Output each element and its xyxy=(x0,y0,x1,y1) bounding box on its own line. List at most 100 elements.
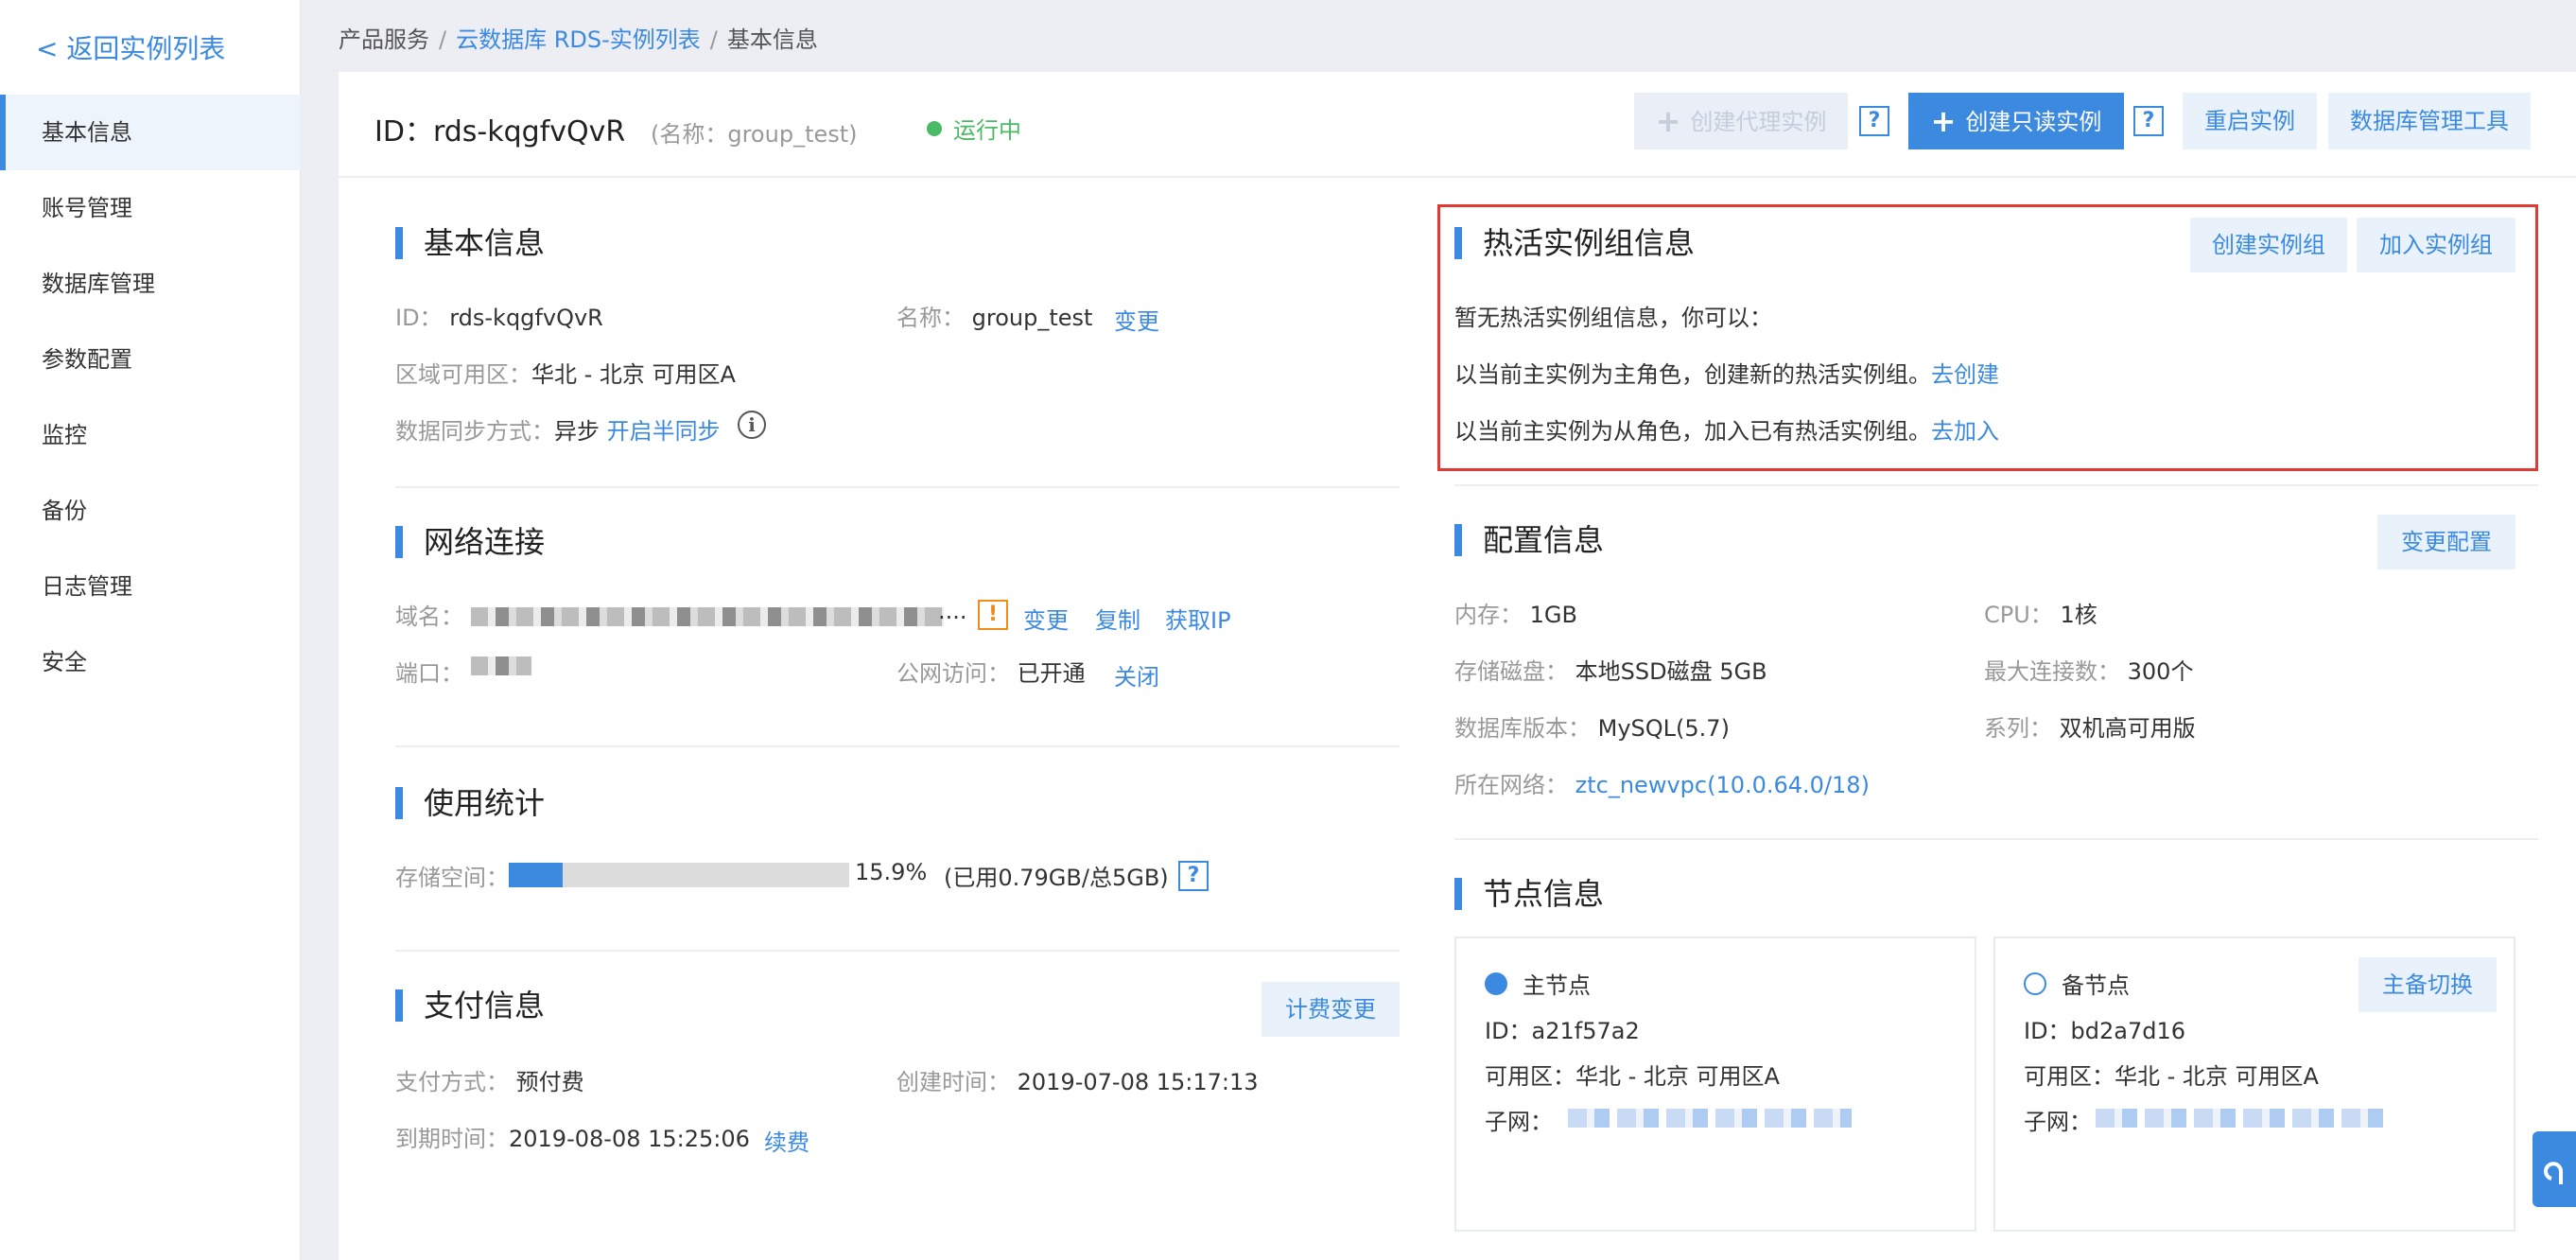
db-management-tool-button[interactable]: 数据库管理工具 xyxy=(2328,93,2531,149)
sidebar-item-monitoring[interactable]: 监控 xyxy=(0,397,301,473)
basic-name-row: 名称： group_test xyxy=(896,299,1092,332)
public-access-row: 公网访问： 已开通 xyxy=(896,655,1086,688)
db-version-row: 数据库版本： MySQL(5.7) xyxy=(1454,709,1730,743)
divider xyxy=(1454,484,2538,486)
port-key: 端口： xyxy=(395,660,463,687)
go-join-link[interactable]: 去加入 xyxy=(1931,418,1999,445)
sidebar-item-logs[interactable]: 日志管理 xyxy=(0,549,301,624)
breadcrumb-current: 基本信息 xyxy=(726,26,818,53)
sidebar-item-parameters[interactable]: 参数配置 xyxy=(0,322,301,397)
sidebar-item-security[interactable]: 安全 xyxy=(0,624,301,700)
db-version-label: 数据库版本： xyxy=(1454,715,1591,742)
divider xyxy=(395,486,1400,488)
go-create-link[interactable]: 去创建 xyxy=(1931,361,1999,388)
storage-progress-fill xyxy=(509,863,564,887)
breadcrumb-separator: / xyxy=(709,26,718,53)
instance-name: (名称：group_test) xyxy=(651,121,858,148)
join-instance-group-button[interactable]: 加入实例组 xyxy=(2357,218,2515,272)
memory-value: 1GB xyxy=(1529,602,1577,628)
primary-node-zone: 可用区：华北 - 北京 可用区A xyxy=(1485,1063,1780,1090)
basic-info-title: 基本信息 xyxy=(395,227,545,259)
change-config-button[interactable]: 变更配置 xyxy=(2377,515,2515,569)
help-icon[interactable]: ? xyxy=(1859,106,1889,136)
standby-node-subnet-label: 子网： xyxy=(2024,1109,2092,1135)
basic-name-label: 名称： xyxy=(896,305,965,331)
billing-change-button[interactable]: 计费变更 xyxy=(1262,982,1400,1037)
divider xyxy=(1454,838,2538,840)
breadcrumb-instance-list-link[interactable]: 云数据库 RDS-实例列表 xyxy=(456,26,701,53)
basic-sync-row: 数据同步方式：异步 开启半同步 xyxy=(395,412,721,446)
storage-percent: 15.9% xyxy=(855,859,928,885)
memory-row: 内存： 1GB xyxy=(1454,596,1577,629)
sidebar-item-basic-info[interactable]: 基本信息 xyxy=(0,95,301,170)
storage-progress-bar xyxy=(509,863,849,887)
create-instance-group-button[interactable]: 创建实例组 xyxy=(2190,218,2347,272)
sidebar-nav: 基本信息 账号管理 数据库管理 参数配置 监控 备份 日志管理 安全 xyxy=(0,95,301,700)
failover-switch-button[interactable]: 主备切换 xyxy=(2358,957,2497,1012)
sidebar-item-accounts[interactable]: 账号管理 xyxy=(0,170,301,246)
payment-method-label: 支付方式： xyxy=(395,1069,509,1095)
primary-node-id: ID：a21f57a2 xyxy=(1485,1018,1640,1044)
series-row: 系列： 双机高可用版 xyxy=(1984,709,2196,743)
cpu-value: 1核 xyxy=(2060,602,2097,628)
standby-node-label: 备节点 xyxy=(2062,972,2130,999)
primary-node-card: 主节点 ID：a21f57a2 可用区：华北 - 北京 可用区A 子网： xyxy=(1454,936,1976,1232)
standby-node-id: ID：bd2a7d16 xyxy=(2024,1018,2186,1044)
plus-icon: + xyxy=(1930,103,1957,139)
series-value: 双机高可用版 xyxy=(2059,715,2196,742)
back-to-instance-list-link[interactable]: < 返回实例列表 xyxy=(36,28,225,66)
expire-time-row: 到期时间：2019-08-08 15:25:06 xyxy=(395,1120,750,1153)
hot-group-join-row: 以当前主实例为从角色，加入已有热活实例组。去加入 xyxy=(1454,412,1999,446)
domain-change-link[interactable]: 变更 xyxy=(1023,602,1069,635)
domain-copy-link[interactable]: 复制 xyxy=(1095,602,1140,635)
cpu-label: CPU： xyxy=(1984,602,2053,628)
primary-node-radio-icon xyxy=(1485,972,1507,995)
blurred-subnet xyxy=(2096,1109,2389,1128)
help-icon[interactable]: ? xyxy=(1178,861,1209,891)
instance-header: ID：rds-kqgfvQvR (名称：group_test) 运行中 + 创建代… xyxy=(339,72,2576,178)
storage-label: 存储空间： xyxy=(395,859,509,892)
storage-detail: (已用0.79GB/总5GB) xyxy=(944,865,1169,891)
basic-zone-value: 华北 - 北京 可用区A xyxy=(531,361,736,388)
sidebar-item-databases[interactable]: 数据库管理 xyxy=(0,246,301,322)
get-ip-link[interactable]: 获取IP xyxy=(1165,602,1231,635)
create-proxy-instance-button[interactable]: + 创建代理实例 xyxy=(1634,93,1848,149)
public-access-label: 公网访问： xyxy=(896,660,1010,687)
storage-key: 存储空间： xyxy=(395,865,509,891)
hot-group-empty-text: 暂无热活实例组信息，你可以： xyxy=(1454,305,1772,331)
basic-name-value: group_test xyxy=(971,305,1093,331)
created-time-value: 2019-07-08 15:17:13 xyxy=(1017,1069,1259,1095)
usage-title: 使用统计 xyxy=(395,787,545,819)
blurred-domain xyxy=(471,607,944,626)
network-label: 所在网络： xyxy=(1454,772,1568,798)
restart-instance-button[interactable]: 重启实例 xyxy=(2183,93,2317,149)
enable-semi-sync-link[interactable]: 开启半同步 xyxy=(607,418,721,445)
renew-link[interactable]: 续费 xyxy=(764,1124,809,1157)
floating-service-button[interactable] xyxy=(2532,1131,2576,1207)
expire-time-value: 2019-08-08 15:25:06 xyxy=(509,1126,750,1152)
basic-zone-label: 区域可用区： xyxy=(395,361,531,388)
vpc-link[interactable]: ztc_newvpc(10.0.64.0/18) xyxy=(1575,772,1870,798)
status-text: 运行中 xyxy=(953,117,1021,144)
close-public-access-link[interactable]: 关闭 xyxy=(1114,658,1159,691)
memory-label: 内存： xyxy=(1454,602,1523,628)
disk-row: 存储磁盘： 本地SSD磁盘 5GB xyxy=(1454,653,1767,686)
disk-label: 存储磁盘： xyxy=(1454,658,1568,685)
basic-id-label: ID： xyxy=(395,305,443,331)
help-icon[interactable]: ? xyxy=(2133,106,2164,136)
name-change-link[interactable]: 变更 xyxy=(1114,303,1159,336)
hot-group-create-text: 以当前主实例为主角色，创建新的热活实例组。 xyxy=(1454,361,1931,388)
standby-node-radio-icon xyxy=(2024,972,2046,995)
payment-method-row: 支付方式： 预付费 xyxy=(395,1063,584,1096)
create-readonly-instance-button[interactable]: + 创建只读实例 xyxy=(1908,93,2124,149)
hot-group-join-text: 以当前主实例为从角色，加入已有热活实例组。 xyxy=(1454,418,1931,445)
payment-title: 支付信息 xyxy=(395,989,545,1022)
status-dot-icon xyxy=(927,121,942,136)
warning-icon[interactable]: ! xyxy=(978,600,1008,630)
info-icon[interactable]: i xyxy=(738,411,766,439)
created-time-row: 创建时间： 2019-07-08 15:17:13 xyxy=(896,1063,1259,1096)
sidebar-item-backup[interactable]: 备份 xyxy=(0,473,301,549)
breadcrumb-root: 产品服务 xyxy=(339,26,429,53)
cpu-row: CPU： 1核 xyxy=(1984,596,2097,629)
create-proxy-instance-label: 创建代理实例 xyxy=(1690,109,1827,135)
